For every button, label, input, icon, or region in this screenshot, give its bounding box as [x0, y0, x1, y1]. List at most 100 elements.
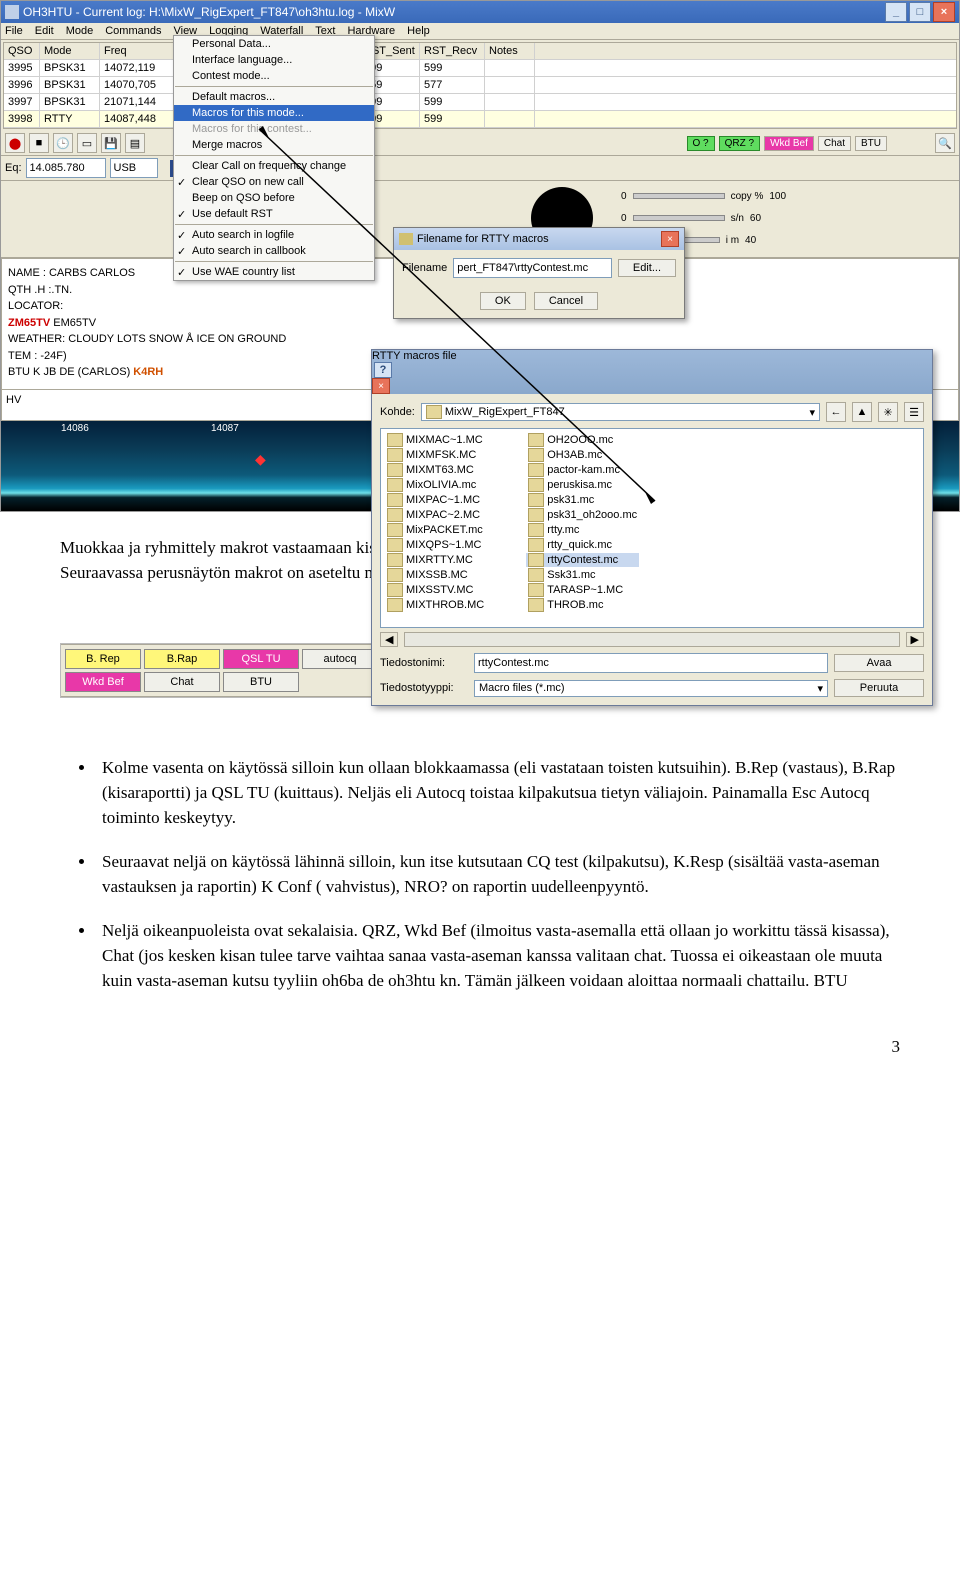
menu-commands[interactable]: Commands — [105, 25, 161, 37]
scrollbar[interactable] — [404, 632, 899, 647]
file-item[interactable]: MIXTHROB.MC — [385, 598, 486, 612]
file-item[interactable]: MIXMT63.MC — [385, 463, 486, 477]
clock-icon[interactable]: 🕒 — [53, 133, 73, 153]
stop-icon[interactable]: ■ — [29, 133, 49, 153]
back-icon[interactable]: ← — [826, 402, 846, 422]
open-button[interactable]: Avaa — [834, 654, 924, 672]
print-icon[interactable]: ▤ — [125, 133, 145, 153]
edit-button[interactable]: Edit... — [618, 259, 676, 277]
file-icon[interactable]: ▭ — [77, 133, 97, 153]
table-row[interactable]: 3997BPSK3121071,14417.10eveSt Helier5995… — [4, 94, 956, 111]
close-button[interactable]: × — [933, 2, 955, 22]
save-icon[interactable]: 💾 — [101, 133, 121, 153]
table-row[interactable]: 3995BPSK3114072,11915.10ennyYerevan59959… — [4, 60, 956, 77]
file-item[interactable]: peruskisa.mc — [526, 478, 639, 492]
macro-button[interactable]: BTU — [223, 672, 299, 692]
menu-item[interactable]: ✓Auto search in callbook — [174, 243, 374, 259]
filetype-value[interactable]: Macro files (*.mc) — [479, 682, 565, 694]
menu-item[interactable]: Personal Data... — [174, 36, 374, 52]
file-cancel-button[interactable]: Peruuta — [834, 679, 924, 697]
macro-button[interactable]: autocq — [302, 649, 378, 669]
newfolder-icon[interactable]: ✳ — [878, 402, 898, 422]
filename-input[interactable] — [453, 258, 612, 278]
sn-slider[interactable] — [633, 215, 725, 221]
menu-item[interactable]: ✓Clear QSO on new call — [174, 174, 374, 190]
file-item[interactable]: MIXQPS~1.MC — [385, 538, 486, 552]
btu-button[interactable]: BTU — [855, 136, 887, 151]
file-item[interactable]: MixPACKET.mc — [385, 523, 486, 537]
file-item[interactable]: MIXPAC~1.MC — [385, 493, 486, 507]
up-icon[interactable]: ▲ — [852, 402, 872, 422]
filename-dialog-close[interactable]: × — [661, 231, 679, 247]
menu-item[interactable]: Clear Call on frequency change — [174, 158, 374, 174]
table-row[interactable]: 3996BPSK3114070,70515.10ertSECUNDA559577 — [4, 77, 956, 94]
menu-item[interactable]: Beep on QSO before — [174, 190, 374, 206]
file-item[interactable]: Ssk31.mc — [526, 568, 639, 582]
col-mode[interactable]: Mode — [40, 43, 100, 59]
ok-button[interactable]: OK — [480, 292, 526, 310]
filetype-arrow-icon[interactable]: ▾ — [817, 682, 823, 695]
kohde-value[interactable]: MixW_RigExpert_FT847 — [445, 406, 565, 418]
menu-item[interactable]: Contest mode... — [174, 68, 374, 84]
copy-slider[interactable] — [633, 193, 725, 199]
col-qso[interactable]: QSO — [4, 43, 40, 59]
file-item[interactable]: OH3AB.mc — [526, 448, 639, 462]
minimize-button[interactable]: _ — [885, 2, 907, 22]
file-item[interactable]: MixOLIVIA.mc — [385, 478, 486, 492]
file-item[interactable]: THROB.mc — [526, 598, 639, 612]
file-item[interactable]: TARASP~1.MC — [526, 583, 639, 597]
file-item[interactable]: rttyContest.mc — [526, 553, 639, 567]
file-item[interactable]: psk31.mc — [526, 493, 639, 507]
file-item[interactable]: MIXMAC~1.MC — [385, 433, 486, 447]
qrz-button[interactable]: QRZ ? — [719, 136, 760, 151]
chat-button[interactable]: Chat — [818, 136, 851, 151]
menu-item[interactable]: Interface language... — [174, 52, 374, 68]
rec-icon[interactable]: ⬤ — [5, 133, 25, 153]
file-item[interactable]: MIXMFSK.MC — [385, 448, 486, 462]
scroll-left-icon[interactable]: ◀ — [380, 632, 398, 647]
file-dialog-close[interactable]: × — [372, 378, 390, 394]
file-item[interactable]: rtty.mc — [526, 523, 639, 537]
o-button[interactable]: O ? — [687, 136, 715, 151]
menu-item[interactable]: ✓Use default RST — [174, 206, 374, 222]
macro-button[interactable]: Chat — [144, 672, 220, 692]
col-rstr[interactable]: RST_Recv — [420, 43, 485, 59]
table-row[interactable]: 3998RTTY14087,44830.01599599 — [4, 111, 956, 128]
file-item[interactable]: rtty_quick.mc — [526, 538, 639, 552]
menu-item[interactable]: Default macros... — [174, 89, 374, 105]
file-item[interactable]: MIXPAC~2.MC — [385, 508, 486, 522]
cancel-button[interactable]: Cancel — [534, 292, 598, 310]
macro-button[interactable]: QSL TU — [223, 649, 299, 669]
file-item[interactable]: MIXRTTY.MC — [385, 553, 486, 567]
menu-item[interactable]: ✓Use WAE country list — [174, 264, 374, 280]
menu-edit[interactable]: Edit — [35, 25, 54, 37]
file-dialog-help[interactable]: ? — [374, 362, 392, 378]
info-btu: BTU K JB DE (CARLOS) — [8, 366, 133, 378]
scroll-right-icon[interactable]: ▶ — [906, 632, 924, 647]
view-icon[interactable]: ☰ — [904, 402, 924, 422]
file-item[interactable]: MIXSSTV.MC — [385, 583, 486, 597]
file-item[interactable]: psk31_oh2ooo.mc — [526, 508, 639, 522]
macro-button[interactable]: Wkd Bef — [65, 672, 141, 692]
mode-input[interactable] — [110, 158, 158, 178]
menu-item[interactable]: ✓Auto search in logfile — [174, 227, 374, 243]
file-list[interactable]: MIXMAC~1.MCMIXMFSK.MCMIXMT63.MCMixOLIVIA… — [380, 428, 924, 628]
col-freq[interactable]: Freq — [100, 43, 175, 59]
search-icon[interactable]: 🔍 — [935, 133, 955, 153]
menu-help[interactable]: Help — [407, 25, 430, 37]
menu-file[interactable]: File — [5, 25, 23, 37]
filename-field[interactable] — [474, 653, 828, 673]
menu-mode[interactable]: Mode — [66, 25, 94, 37]
macro-button[interactable]: B. Rep — [65, 649, 141, 669]
file-item[interactable]: pactor-kam.mc — [526, 463, 639, 477]
col-notes[interactable]: Notes — [485, 43, 535, 59]
file-item[interactable]: MIXSSB.MC — [385, 568, 486, 582]
file-item[interactable]: OH2OOO.mc — [526, 433, 639, 447]
menu-item[interactable]: Merge macros — [174, 137, 374, 153]
macro-button[interactable]: B.Rap — [144, 649, 220, 669]
wkdbef-button[interactable]: Wkd Bef — [764, 136, 814, 151]
menu-item[interactable]: Macros for this mode... — [174, 105, 374, 121]
maximize-button[interactable]: □ — [909, 2, 931, 22]
dropdown-arrow-icon[interactable]: ▾ — [809, 406, 815, 419]
freq-input[interactable] — [26, 158, 106, 178]
